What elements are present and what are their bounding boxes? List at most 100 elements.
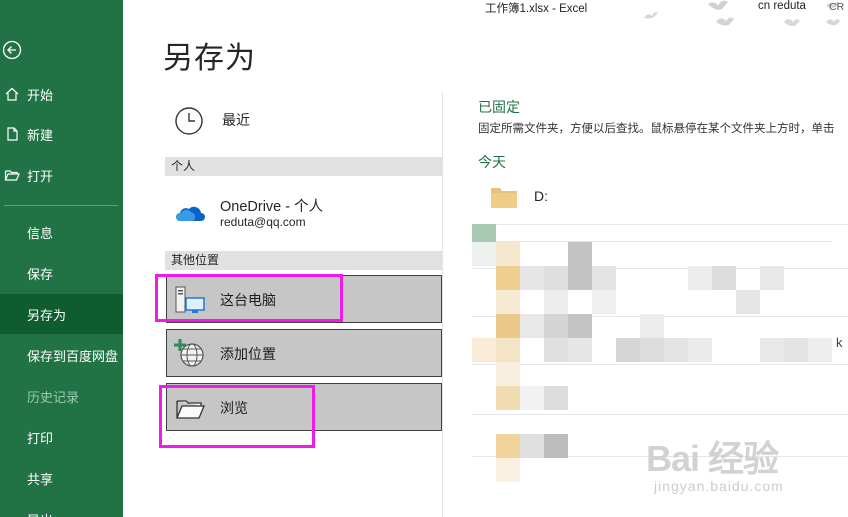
home-icon	[5, 87, 19, 101]
blur-block	[496, 314, 520, 338]
column-divider	[442, 92, 443, 517]
add-place-globe-icon	[174, 339, 204, 367]
blur-block	[712, 266, 736, 290]
section-header-personal: 个人	[165, 157, 442, 176]
blur-block	[544, 290, 568, 314]
blur-block	[544, 338, 568, 362]
blur-block	[640, 338, 664, 362]
page-title: 另存为	[163, 42, 256, 75]
account-name[interactable]: cn reduta	[758, 0, 806, 12]
clock-icon	[175, 107, 203, 135]
blur-block	[568, 338, 592, 362]
blur-block	[496, 362, 520, 386]
folder-icon	[491, 188, 517, 208]
onedrive-name: OneDrive - 个人	[220, 199, 324, 215]
location-recent[interactable]: 最近	[165, 100, 442, 140]
blur-block	[808, 338, 832, 362]
sidebar-item-label: 新建	[27, 127, 54, 143]
pinned-heading: 已固定	[478, 99, 520, 115]
sidebar-item-label: 另存为	[27, 307, 67, 323]
folder-item-d[interactable]: D:	[478, 180, 848, 214]
blur-block	[568, 314, 592, 338]
sidebar-item-print[interactable]: 打印	[0, 417, 123, 457]
account-initials[interactable]: CR	[829, 1, 844, 13]
sidebar-item-label: 打印	[27, 430, 54, 446]
highlight-box-this-pc	[155, 274, 343, 322]
blur-block	[496, 338, 520, 362]
watermark-text: Bai 经验	[646, 438, 779, 479]
blur-block	[688, 338, 712, 362]
onedrive-email: reduta@qq.com	[220, 215, 306, 229]
blur-block	[760, 266, 784, 290]
location-onedrive[interactable]: OneDrive - 个人 reduta@qq.com	[165, 190, 442, 238]
birds-decoration-icon	[644, 0, 840, 27]
sidebar-item-label: 保存	[27, 266, 54, 282]
sidebar-item-label: 导出	[27, 510, 53, 517]
blur-block	[520, 434, 544, 458]
blur-block	[544, 386, 568, 410]
sidebar-item-home[interactable]: 开始	[0, 74, 123, 114]
sidebar-item-save[interactable]: 保存	[0, 253, 123, 293]
sidebar-item-label: 保存到百度网盘	[27, 348, 119, 364]
blur-block	[496, 458, 520, 482]
baidu-jingyan-watermark: Bai 经验 jingyan.baidu.com	[646, 430, 848, 500]
blur-block	[496, 242, 520, 266]
blur-block	[496, 386, 520, 410]
document-title: 工作簿1.xlsx - Excel	[485, 3, 588, 15]
blur-block	[784, 338, 808, 362]
sidebar-item-share[interactable]: 共享	[0, 458, 123, 498]
blur-block	[616, 338, 640, 362]
highlight-box-browse	[159, 385, 315, 448]
blur-block	[520, 266, 544, 290]
blur-block	[544, 434, 568, 458]
sidebar-item-new[interactable]: 新建	[0, 114, 123, 154]
location-label: 最近	[222, 112, 250, 128]
add-place-label: 添加位置	[220, 346, 276, 362]
pinned-description: 固定所需文件夹，方便以后查找。鼠标悬停在某个文件夹上方时，单击	[478, 123, 835, 135]
sidebar-item-label: 开始	[27, 87, 54, 103]
sidebar-item-export[interactable]: 导出	[0, 499, 123, 517]
sidebar-item-save-to-baidu[interactable]: 保存到百度网盘	[0, 335, 123, 375]
blur-block	[568, 242, 592, 290]
sidebar-item-history[interactable]: 历史记录	[0, 376, 123, 416]
sidebar-item-label: 信息	[27, 225, 54, 241]
blur-block	[640, 314, 664, 338]
sidebar-item-label: 共享	[27, 471, 54, 487]
today-heading: 今天	[478, 154, 506, 170]
sidebar-divider	[4, 205, 118, 206]
divider-line	[472, 364, 848, 365]
blur-block	[736, 290, 760, 314]
back-arrow-icon[interactable]	[2, 40, 22, 60]
blur-block	[664, 338, 688, 362]
new-document-icon	[7, 127, 18, 141]
blur-block	[688, 266, 712, 290]
divider-line	[472, 241, 832, 242]
sidebar-item-info[interactable]: 信息	[0, 212, 123, 252]
blur-block	[520, 386, 544, 410]
blur-block	[496, 434, 520, 458]
divider-line	[472, 414, 848, 415]
blur-block	[496, 290, 520, 314]
divider-line	[472, 224, 848, 225]
blur-block	[472, 338, 496, 362]
blur-block	[544, 314, 568, 338]
section-header-other: 其他位置	[165, 251, 442, 270]
blur-block	[592, 266, 616, 290]
sidebar-item-save-as[interactable]: 另存为	[0, 294, 123, 334]
blur-block	[544, 266, 568, 290]
onedrive-cloud-icon	[175, 206, 205, 222]
backstage-sidebar: 开始 新建 打开 信息 保存 另存为 保存到百度网盘 历史记录 打印 共享	[0, 0, 123, 517]
blur-block	[520, 314, 544, 338]
excel-backstage: 开始 新建 打开 信息 保存 另存为 保存到百度网盘 历史记录 打印 共享 工作…	[0, 0, 848, 517]
blur-block	[760, 338, 784, 362]
add-place-button[interactable]: 添加位置	[166, 329, 442, 377]
blur-block	[592, 290, 616, 314]
truncated-text: k	[836, 335, 843, 350]
open-folder-icon	[4, 170, 20, 181]
blur-block	[496, 266, 520, 290]
watermark-url: jingyan.baidu.com	[654, 478, 784, 494]
blur-block	[472, 242, 496, 266]
folder-name: D:	[534, 188, 548, 204]
sidebar-item-open[interactable]: 打开	[0, 155, 123, 195]
sidebar-item-label: 历史记录	[27, 389, 80, 405]
